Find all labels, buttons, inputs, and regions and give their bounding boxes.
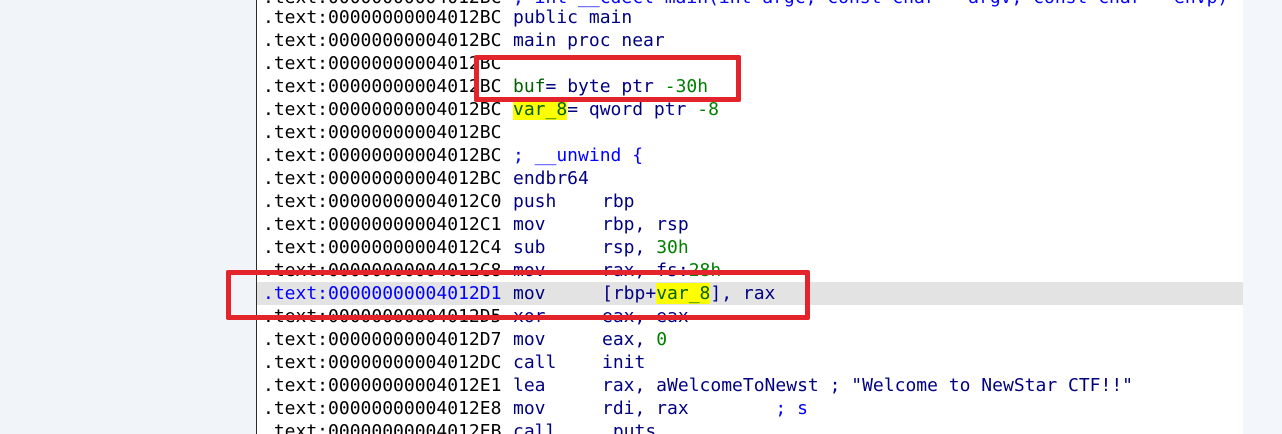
disasm-line-call-puts[interactable]: .text:00000000004012EB call _puts bbox=[257, 420, 1243, 434]
instruction: mov rax, fs:28h bbox=[513, 259, 721, 282]
line-address: .text:00000000004012BC bbox=[263, 30, 502, 51]
operands: eax, bbox=[602, 329, 657, 350]
immediate-value: 28h bbox=[688, 260, 722, 281]
disasm-line-selected-mov-var8[interactable]: .text:00000000004012D1 mov [rbp+var_8], r… bbox=[257, 282, 1243, 305]
disassembly-view[interactable]: .text:00000000004012BC ; int __cdecl mai… bbox=[256, 0, 1244, 434]
line-address: .text:00000000004012D5 bbox=[263, 306, 502, 327]
mnemonic: mov bbox=[513, 260, 546, 281]
instruction: lea rax, aWelcomeToNewst ; "Welcome to Ne… bbox=[513, 374, 1133, 397]
mnemonic: mov bbox=[513, 329, 546, 350]
disasm-line-mov[interactable]: .text:00000000004012C1 mov rbp, rsp bbox=[257, 213, 1243, 236]
unwind-comment: ; __unwind { bbox=[513, 145, 644, 166]
operands: rdi, rax bbox=[602, 398, 689, 419]
disasm-line-var8-def[interactable]: .text:00000000004012BC var_8= qword ptr … bbox=[257, 98, 1243, 121]
line-address: .text:00000000004012C8 bbox=[263, 260, 502, 281]
instruction: mov rdi, rax ; s bbox=[513, 397, 808, 420]
operand-var8[interactable]: var_8 bbox=[656, 283, 711, 304]
disasm-line-mov-rdi[interactable]: .text:00000000004012E8 mov rdi, rax ; s bbox=[257, 397, 1243, 420]
operands: [rbp+ bbox=[602, 283, 657, 304]
string-comment: ; "Welcome to NewStar CTF!!" bbox=[818, 375, 1134, 396]
mnemonic: mov bbox=[513, 283, 546, 304]
operands: rsp, bbox=[602, 237, 657, 258]
line-address: .text:00000000004012C0 bbox=[263, 191, 502, 212]
line-address: .text:00000000004012BC bbox=[263, 168, 502, 189]
instruction: xor eax, eax bbox=[513, 305, 689, 328]
line-address: .text:00000000004012C1 bbox=[263, 214, 502, 235]
disasm-line-call-init[interactable]: .text:00000000004012DC call init bbox=[257, 351, 1243, 374]
mnemonic: call bbox=[513, 421, 557, 434]
instruction: endbr64 bbox=[513, 167, 602, 190]
var-offset: -8 bbox=[697, 99, 719, 120]
mnemonic: lea bbox=[513, 375, 546, 396]
disasm-line-unwind[interactable]: .text:00000000004012BC ; __unwind { bbox=[257, 144, 1243, 167]
operands: eax, eax bbox=[602, 306, 689, 327]
left-gutter bbox=[0, 0, 256, 434]
line-address: .text:00000000004012BC bbox=[263, 99, 502, 120]
var-name-var8[interactable]: var_8 bbox=[513, 99, 568, 120]
operands: ], rax bbox=[710, 283, 776, 304]
right-gutter bbox=[1243, 0, 1282, 434]
disasm-line-endbr64[interactable]: .text:00000000004012BC endbr64 bbox=[257, 167, 1243, 190]
disasm-line-push[interactable]: .text:00000000004012C0 push rbp bbox=[257, 190, 1243, 213]
disasm-line-blank[interactable]: .text:00000000004012BC bbox=[257, 121, 1243, 144]
disasm-line-buf-def[interactable]: .text:00000000004012BC buf= byte ptr -30… bbox=[257, 75, 1243, 98]
var-type: = qword ptr bbox=[567, 99, 698, 120]
arg-comment: ; s bbox=[688, 398, 808, 419]
disasm-line-sub[interactable]: .text:00000000004012C4 sub rsp, 30h bbox=[257, 236, 1243, 259]
stack-var-definition: var_8= qword ptr -8 bbox=[513, 98, 719, 121]
line-address: .text:00000000004012D7 bbox=[263, 329, 502, 350]
disasm-line-mov-eax[interactable]: .text:00000000004012D7 mov eax, 0 bbox=[257, 328, 1243, 351]
instruction: sub rsp, 30h bbox=[513, 236, 689, 259]
instruction: mov [rbp+var_8], rax bbox=[513, 282, 775, 305]
disasm-line-public-main[interactable]: .text:00000000004012BC public main bbox=[257, 6, 1243, 29]
mnemonic: push bbox=[513, 191, 557, 212]
disasm-line-lea[interactable]: .text:00000000004012E1 lea rax, aWelcomeT… bbox=[257, 374, 1243, 397]
immediate-value: 0 bbox=[656, 329, 668, 350]
line-address: .text:00000000004012E1 bbox=[263, 375, 502, 396]
instruction: call _puts bbox=[513, 420, 656, 434]
instruction: mov rbp, rsp bbox=[513, 213, 689, 236]
line-address: .text:00000000004012EB bbox=[263, 421, 502, 434]
mnemonic: xor bbox=[513, 306, 546, 327]
var-offset: -30h bbox=[664, 76, 709, 97]
line-address: .text:00000000004012D1 bbox=[263, 283, 502, 304]
instruction: call init bbox=[513, 351, 645, 374]
line-address: .text:00000000004012BC bbox=[263, 53, 502, 74]
line-address: .text:00000000004012C4 bbox=[263, 237, 502, 258]
immediate-value: 30h bbox=[656, 237, 689, 258]
line-address: .text:00000000004012E8 bbox=[263, 398, 502, 419]
var-name-buf[interactable]: buf bbox=[513, 76, 546, 97]
operands: rax, fs: bbox=[602, 260, 689, 281]
mnemonic: mov bbox=[513, 398, 546, 419]
operands: rbp, rsp bbox=[602, 214, 689, 235]
disasm-line-mov-fs[interactable]: .text:00000000004012C8 mov rax, fs:28h bbox=[257, 259, 1243, 282]
mnemonic: call bbox=[513, 352, 557, 373]
line-address: .text:00000000004012BC bbox=[263, 7, 502, 28]
call-target[interactable]: _puts bbox=[602, 421, 656, 434]
directive-text: public main bbox=[513, 7, 633, 28]
disasm-line-main-proc[interactable]: .text:00000000004012BC main proc near bbox=[257, 29, 1243, 52]
call-target[interactable]: init bbox=[602, 352, 645, 373]
operands: rax, aWelcomeToNewst bbox=[602, 375, 819, 396]
line-address: .text:00000000004012BC bbox=[263, 145, 502, 166]
line-address: .text:00000000004012BC bbox=[263, 122, 502, 143]
operands: rbp bbox=[602, 191, 635, 212]
mnemonic: sub bbox=[513, 237, 546, 258]
disasm-line-xor[interactable]: .text:00000000004012D5 xor eax, eax bbox=[257, 305, 1243, 328]
instruction: push rbp bbox=[513, 190, 635, 213]
disasm-line-blank[interactable]: .text:00000000004012BC bbox=[257, 52, 1243, 75]
mnemonic: endbr64 bbox=[513, 168, 589, 189]
var-type: = byte ptr bbox=[545, 76, 665, 97]
instruction: mov eax, 0 bbox=[513, 328, 667, 351]
line-address: .text:00000000004012BC bbox=[263, 76, 502, 97]
stack-var-definition: buf= byte ptr -30h bbox=[513, 75, 708, 98]
line-address: .text:00000000004012DC bbox=[263, 352, 502, 373]
mnemonic: mov bbox=[513, 214, 546, 235]
directive-text: main proc near bbox=[513, 30, 665, 51]
